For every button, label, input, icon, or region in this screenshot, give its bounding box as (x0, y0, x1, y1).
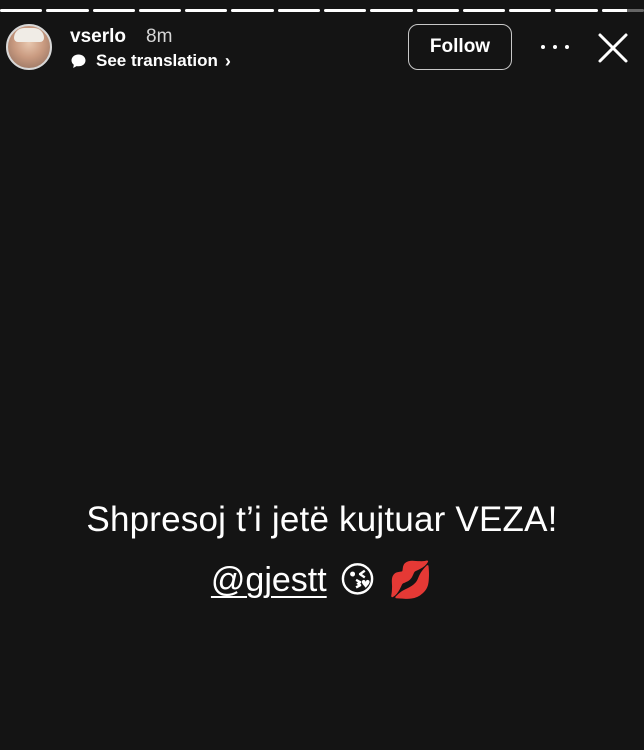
progress-segment (92, 9, 135, 12)
avatar-hair-shape (14, 28, 44, 42)
progress-fill (509, 9, 552, 12)
see-translation-label: See translation (96, 51, 218, 70)
follow-button[interactable]: Follow (408, 24, 512, 70)
progress-segment (277, 9, 320, 12)
progress-fill (462, 9, 506, 12)
more-dot (541, 45, 545, 49)
more-horizontal-icon[interactable] (541, 34, 569, 60)
progress-fill (0, 9, 43, 12)
lips-emoji: 💋 (388, 559, 434, 600)
speech-bubble-icon (71, 54, 86, 68)
story-timestamp: 8m (146, 26, 173, 47)
progress-fill (323, 9, 367, 12)
kiss-face-emoji: 😘 (338, 559, 377, 600)
close-icon[interactable] (595, 30, 631, 66)
progress-segment (323, 9, 367, 12)
progress-segment (231, 9, 274, 12)
progress-segment (509, 9, 552, 12)
story-header: vserlo 8m See translation › Follow (0, 22, 644, 78)
progress-fill (46, 9, 89, 12)
progress-fill (185, 9, 228, 12)
more-dot (565, 45, 569, 49)
progress-fill (277, 9, 320, 12)
progress-segment (370, 9, 413, 12)
progress-segment (46, 9, 89, 12)
progress-fill (92, 9, 135, 12)
story-caption: Shpresoj t’i jetë kujtuar VEZA! (86, 500, 558, 539)
progress-fill (601, 9, 628, 12)
progress-segment (462, 9, 506, 12)
progress-fill (555, 9, 598, 12)
chevron-right-icon: › (224, 50, 231, 71)
progress-segment (185, 9, 228, 12)
progress-fill (370, 9, 413, 12)
progress-fill (138, 9, 182, 12)
progress-segment (416, 9, 459, 12)
progress-fill (231, 9, 274, 12)
progress-segment (0, 9, 43, 12)
progress-segment (555, 9, 598, 12)
user-mention-link[interactable]: @gjestt (211, 561, 327, 600)
story-progress-bars (0, 9, 644, 12)
more-dot (553, 45, 557, 49)
progress-segment (138, 9, 182, 12)
story-caption-line2: @gjestt 😘 💋 (0, 560, 644, 600)
progress-fill (416, 9, 459, 12)
user-avatar[interactable] (6, 24, 52, 70)
username[interactable]: vserlo (70, 26, 126, 48)
see-translation-link[interactable]: See translation › (70, 51, 231, 71)
progress-segment (601, 9, 644, 12)
